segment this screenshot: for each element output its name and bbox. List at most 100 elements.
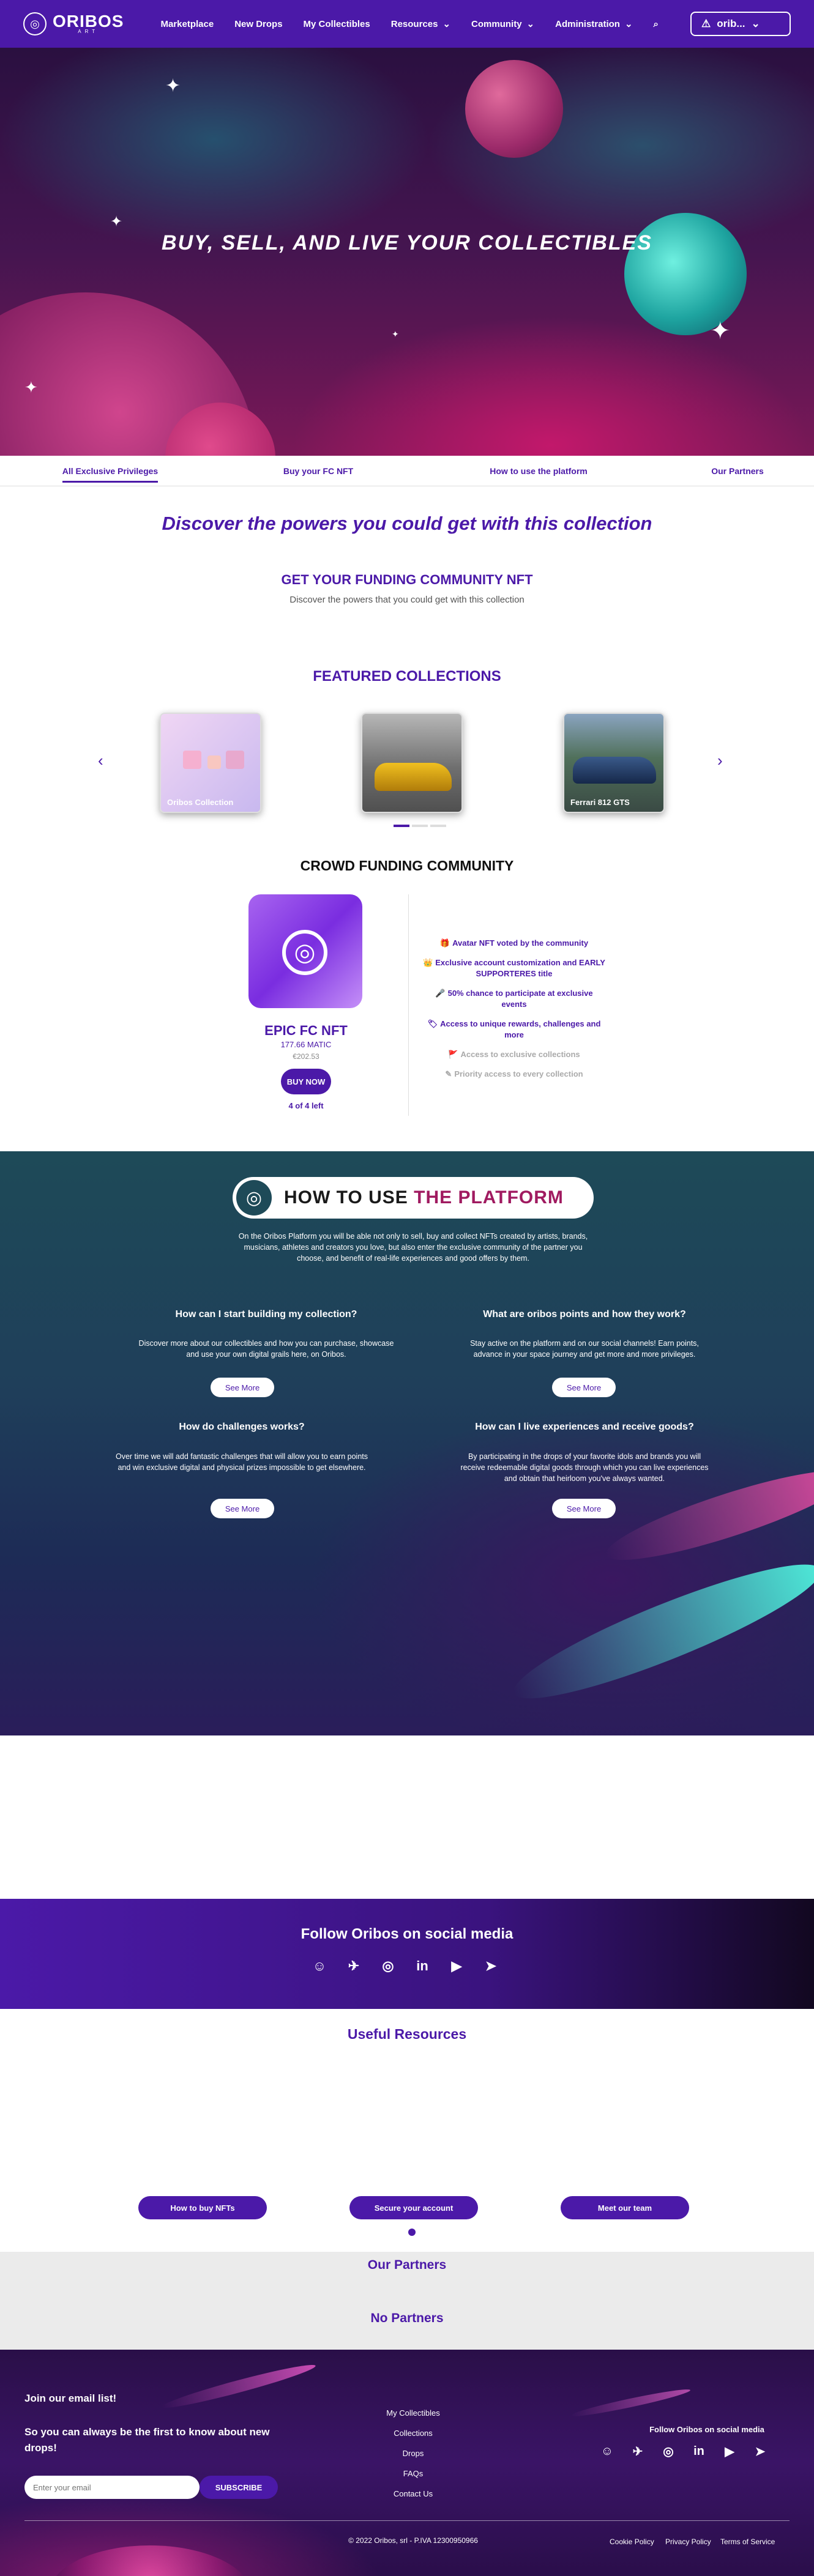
terms-link[interactable]: Terms of Service (720, 2537, 775, 2546)
see-more-button[interactable]: See More (552, 1499, 616, 1518)
email-input[interactable] (24, 2476, 200, 2499)
perk-text: 50% chance to participate at exclusive e… (447, 989, 593, 1009)
perk-icon: 🎤 (435, 989, 446, 998)
privacy-policy-link[interactable]: Privacy Policy (665, 2537, 711, 2546)
linkedin-icon[interactable]: in (409, 1953, 436, 1980)
star-icon: ✦ (165, 76, 181, 96)
instagram-icon[interactable]: ◎ (655, 2438, 682, 2465)
resources-dot[interactable] (408, 2229, 416, 2236)
cookie-policy-link[interactable]: Cookie Policy (610, 2537, 654, 2546)
see-more-button[interactable]: See More (211, 1499, 274, 1518)
chevron-down-icon: ⌄ (624, 19, 633, 29)
carousel-prev-icon[interactable]: ‹ (98, 751, 103, 770)
nav-marketplace[interactable]: Marketplace (160, 19, 214, 29)
nft-image[interactable]: ◎ (248, 894, 362, 1008)
faq-answer: By participating in the drops of your fa… (460, 1452, 709, 1483)
meet-team-button[interactable]: Meet our team (561, 2196, 689, 2219)
comet-decoration (160, 2359, 318, 2413)
see-more-button[interactable]: See More (211, 1378, 274, 1397)
linkedin-icon[interactable]: in (685, 2438, 712, 2465)
tab-our-partners[interactable]: Our Partners (661, 466, 814, 476)
carousel-dot[interactable] (430, 825, 446, 827)
instagram-icon[interactable]: ◎ (375, 1953, 401, 1980)
secure-account-button[interactable]: Secure your account (349, 2196, 478, 2219)
warning-icon: ⚠ (701, 18, 711, 29)
social-icons: ☺ ✈ ◎ in ▶ ➤ (306, 1953, 504, 1980)
perk-icon: 🎁 (439, 938, 450, 948)
perk-text: Access to unique rewards, challenges and… (440, 1019, 601, 1039)
how-to-buy-nfts-button[interactable]: How to buy NFTs (138, 2196, 267, 2219)
perk-icon: 🚩 (448, 1050, 458, 1059)
divider (408, 894, 409, 1116)
see-more-button[interactable]: See More (552, 1378, 616, 1397)
blue-car-image (573, 757, 656, 784)
intro-subheadline: GET YOUR FUNDING COMMUNITY NFT (281, 572, 533, 587)
nft-price-eur: €202.53 (293, 1052, 319, 1061)
nav-administration[interactable]: Administration ⌄ (555, 18, 633, 30)
tab-how-to-use[interactable]: How to use the platform (416, 466, 661, 476)
perk-text: Exclusive account customization and EARL… (435, 958, 605, 978)
telegram-icon[interactable]: ➤ (747, 2438, 774, 2465)
youtube-icon[interactable]: ▶ (443, 1953, 470, 1980)
youtube-icon[interactable]: ▶ (716, 2438, 743, 2465)
footer-social-icons: ☺ ✈ ◎ in ▶ ➤ (594, 2438, 774, 2465)
footer-social-title: Follow Oribos on social media (649, 2425, 764, 2434)
email-title: Join our email list! (24, 2392, 117, 2404)
faq-answer: Stay active on the platform and on our s… (470, 1339, 699, 1359)
collection-card-ferrari[interactable]: Ferrari 812 GTS (563, 713, 665, 813)
hero-banner: ✦ ✦ ✦ ✦ ✦ BUY, SELL, AND LIVE YOUR COLLE… (0, 48, 814, 456)
footer-link-collectibles[interactable]: My Collectibles (370, 2408, 456, 2418)
planet-logo-icon: ◎ (282, 930, 327, 975)
chevron-down-icon: ⌄ (526, 19, 535, 29)
crowd-title: CROWD FUNDING COMMUNITY (300, 858, 514, 874)
social-banner: Follow Oribos on social media ☺ ✈ ◎ in ▶… (0, 1899, 814, 2009)
collection-card-oribos[interactable]: Oribos Collection (160, 713, 261, 813)
social-title: Follow Oribos on social media (301, 1926, 513, 1942)
comet-decoration (503, 1544, 814, 1719)
how-to-section: ◎ HOW TO USE THE PLATFORM On the Oribos … (0, 1151, 814, 1735)
carousel-dot-active[interactable] (394, 825, 409, 827)
how-to-title-pill: ◎ HOW TO USE THE PLATFORM (233, 1177, 594, 1219)
star-icon: ✦ (24, 378, 38, 396)
discord-icon[interactable]: ☺ (594, 2438, 621, 2465)
footer-link-drops[interactable]: Drops (370, 2449, 456, 2458)
partners-empty: No Partners (370, 2311, 444, 2325)
footer-link-collections[interactable]: Collections (370, 2429, 456, 2438)
nft-name: EPIC FC NFT (264, 1023, 348, 1038)
perk-item: 🚩 Access to exclusive collections (422, 1049, 606, 1060)
carousel-dot[interactable] (412, 825, 428, 827)
perk-text: Priority access to every collection (454, 1069, 583, 1078)
oribos-logo[interactable]: ◎ ORIBOS ART (23, 12, 124, 35)
nav-new-drops[interactable]: New Drops (234, 19, 282, 29)
faq-question: What are oribos points and how they work… (483, 1309, 686, 1320)
discord-icon[interactable]: ☺ (306, 1953, 333, 1980)
email-subtitle: So you can always be the first to know a… (24, 2426, 270, 2454)
comet-decoration (569, 2386, 692, 2420)
faq-answer: Discover more about our collectibles and… (138, 1339, 394, 1359)
footer-link-contact[interactable]: Contact Us (370, 2489, 456, 2498)
nav-my-collectibles[interactable]: My Collectibles (304, 19, 370, 29)
perk-item: 👑 Exclusive account customization and EAR… (422, 957, 606, 979)
tab-exclusive-privileges[interactable]: All Exclusive Privileges (0, 466, 220, 483)
nft-price-matic: 177.66 MATIC (280, 1040, 332, 1049)
footer-link-faqs[interactable]: FAQs (370, 2469, 456, 2478)
subscribe-button[interactable]: SUBSCRIBE (200, 2476, 278, 2499)
carousel-next-icon[interactable]: › (717, 751, 723, 770)
nav-resources[interactable]: Resources ⌄ (391, 18, 450, 30)
twitter-icon[interactable]: ✈ (340, 1953, 367, 1980)
how-to-title-b: THE PLATFORM (414, 1187, 564, 1208)
twitter-icon[interactable]: ✈ (624, 2438, 651, 2465)
telegram-icon[interactable]: ➤ (477, 1953, 504, 1980)
wallet-button[interactable]: ⚠ orib... ⌄ (690, 12, 791, 36)
perk-icon: 👑 (423, 958, 433, 967)
collection-card-car[interactable] (361, 713, 463, 813)
perk-item: 🏷 Access to unique rewards, challenges an… (422, 1019, 606, 1041)
copyright: © 2022 Oribos, srl - P.IVA 12300950966 (348, 2536, 478, 2545)
star-icon: ✦ (710, 317, 731, 344)
buy-now-button[interactable]: BUY NOW (281, 1069, 331, 1094)
cube-decoration (226, 751, 244, 769)
search-icon[interactable]: ⌕ (654, 19, 659, 29)
nav-community[interactable]: Community ⌄ (471, 18, 535, 30)
footer: Join our email list! So you can always b… (0, 2350, 814, 2576)
tab-buy-fc-nft[interactable]: Buy your FC NFT (220, 466, 416, 476)
